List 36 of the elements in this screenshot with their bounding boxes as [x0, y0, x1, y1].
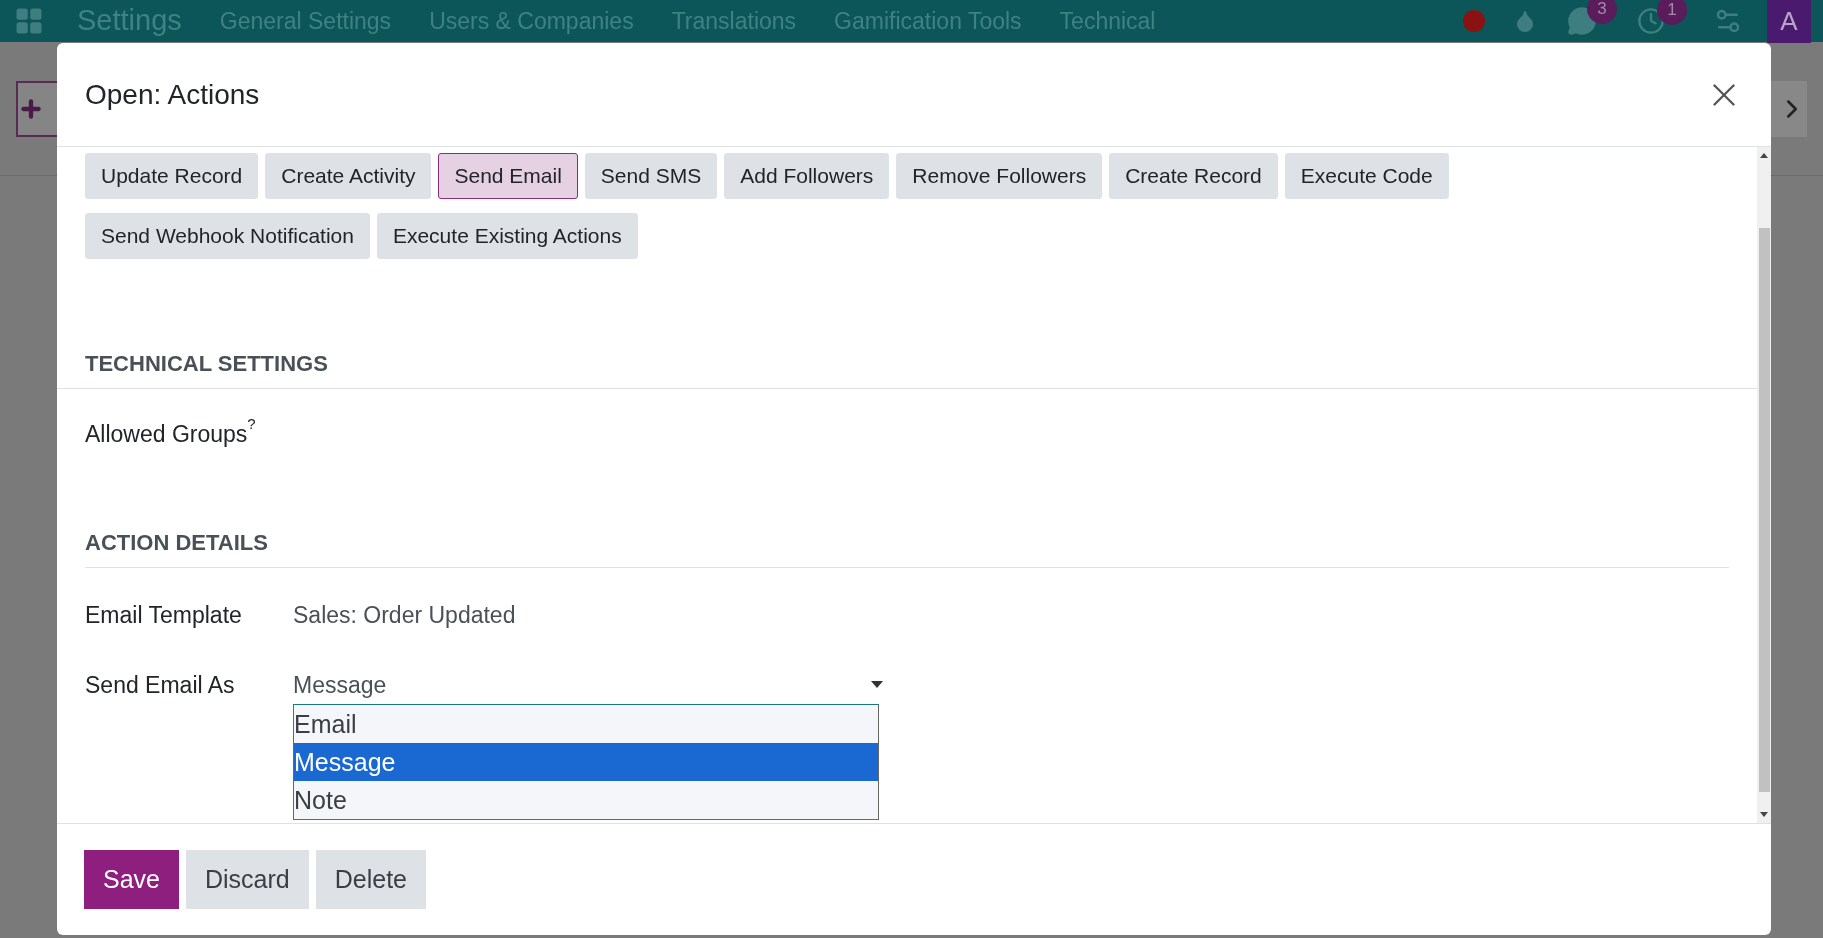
- secondary-button[interactable]: Delete: [315, 850, 426, 909]
- action-type-button[interactable]: Add Followers: [724, 153, 890, 199]
- action-type-button[interactable]: Remove Followers: [896, 153, 1103, 199]
- apps-menu-icon[interactable]: [14, 6, 44, 36]
- section-heading: ACTION DETAILS: [85, 528, 268, 557]
- field-label: Email Template: [85, 600, 243, 630]
- action-type-button[interactable]: Create Activity: [265, 153, 432, 199]
- save-button[interactable]: Save: [84, 850, 179, 909]
- action-type-button[interactable]: Send Email: [438, 153, 578, 199]
- scroll-down-icon[interactable]: [1760, 812, 1768, 817]
- field-label: Send Email As: [85, 671, 236, 700]
- action-type-button[interactable]: Create Record: [1109, 153, 1278, 199]
- secondary-button[interactable]: Discard: [186, 850, 309, 909]
- action-type-button[interactable]: Send SMS: [584, 153, 718, 199]
- email-template-value[interactable]: Sales: Order Updated: [293, 597, 516, 632]
- caret-icon: [871, 681, 883, 690]
- help-tooltip-mark[interactable]: ?: [247, 413, 256, 436]
- activity-count-badge: 1: [1657, 0, 1687, 25]
- message-count-badge: 3: [1587, 0, 1617, 24]
- dropdown-option[interactable]: Message: [294, 743, 878, 781]
- send-as-select[interactable]: Message: [293, 668, 883, 703]
- action-type-button[interactable]: Execute Existing Actions: [376, 213, 638, 259]
- action-type-button[interactable]: Execute Code: [1284, 153, 1449, 199]
- user-avatar[interactable]: A: [1767, 0, 1811, 43]
- scroll-up-icon[interactable]: [1760, 153, 1768, 158]
- clock-icon[interactable]: [1637, 7, 1665, 35]
- action-type-button[interactable]: Update Record: [85, 153, 259, 199]
- section-heading: TECHNICAL SETTINGS: [85, 350, 328, 378]
- field-label: Allowed Groups: [85, 420, 248, 449]
- chat-icon[interactable]: [1567, 6, 1597, 36]
- dropdown-option[interactable]: Note: [294, 781, 878, 819]
- action-type-button[interactable]: Send Webhook Notification: [85, 213, 370, 259]
- new-button[interactable]: [16, 80, 60, 137]
- dropdown-option[interactable]: Email: [294, 705, 878, 743]
- scrollbar[interactable]: [1757, 147, 1771, 823]
- dialog-title: Open: Actions: [85, 77, 260, 112]
